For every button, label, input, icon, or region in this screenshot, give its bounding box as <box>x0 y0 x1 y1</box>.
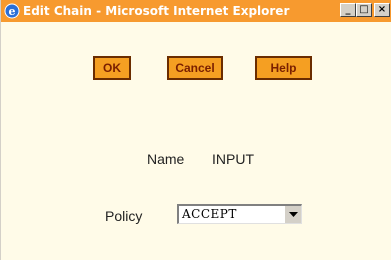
close-icon: × <box>377 4 387 15</box>
edit-chain-window: e Edit Chain - Microsoft Internet Explor… <box>0 0 391 260</box>
ok-button[interactable]: OK <box>93 56 131 80</box>
name-label: Name <box>147 151 185 167</box>
window-title: Edit Chain - Microsoft Internet Explorer <box>23 4 290 18</box>
cancel-button[interactable]: Cancel <box>167 56 223 80</box>
chevron-down-icon <box>289 212 298 217</box>
dropdown-button[interactable] <box>284 206 301 223</box>
policy-select-value: ACCEPT <box>182 207 237 221</box>
name-value: INPUT <box>212 151 254 167</box>
minimize-icon: _ <box>345 4 351 15</box>
maximize-button[interactable]: □ <box>356 3 372 17</box>
dialog-content: OK Cancel Help Name INPUT Policy ACCEPT <box>1 22 391 260</box>
policy-label: Policy <box>105 208 143 224</box>
policy-select[interactable]: ACCEPT <box>177 204 302 224</box>
ie-icon[interactable]: e <box>4 3 20 19</box>
svg-text:e: e <box>9 5 16 18</box>
close-button[interactable]: × <box>374 3 390 17</box>
maximize-icon: □ <box>359 4 369 15</box>
help-button[interactable]: Help <box>255 56 312 80</box>
minimize-button[interactable]: _ <box>340 3 356 17</box>
title-bar[interactable]: e Edit Chain - Microsoft Internet Explor… <box>1 0 391 22</box>
